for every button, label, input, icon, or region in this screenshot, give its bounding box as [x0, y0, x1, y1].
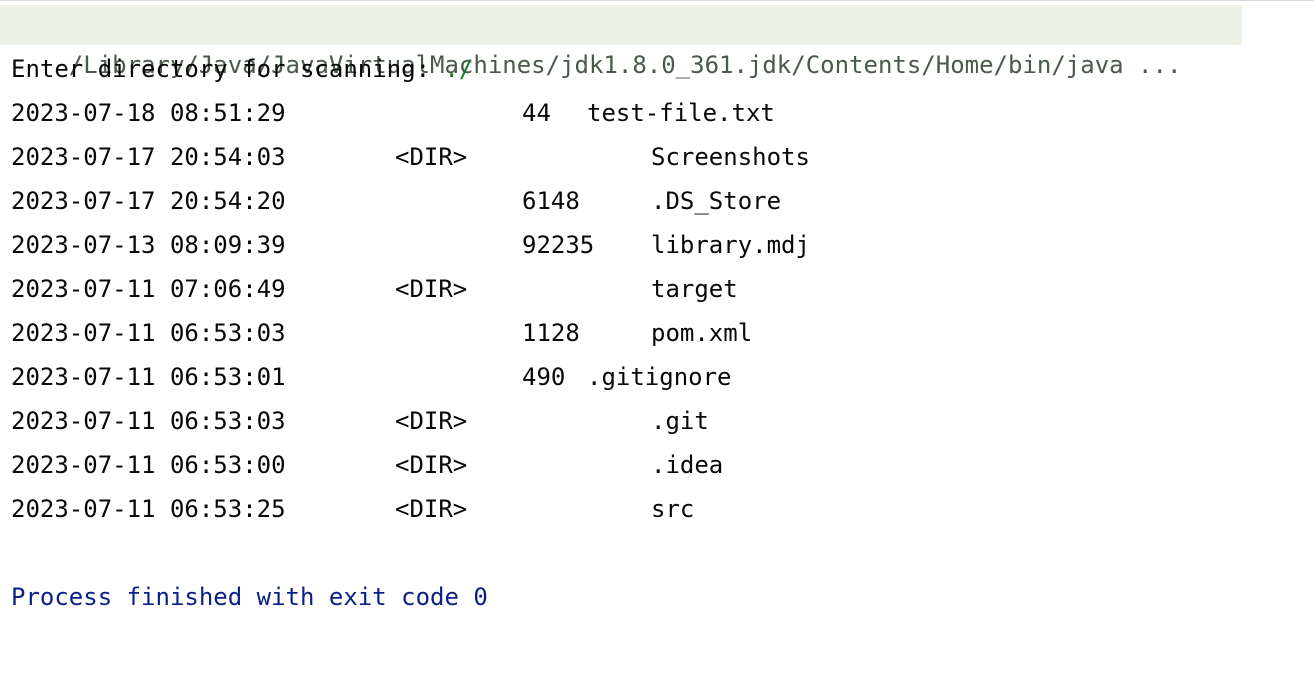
row-datetime: 2023-07-11 06:53:03 — [11, 407, 286, 435]
row-datetime: 2023-07-11 06:53:03 — [11, 319, 286, 347]
listing-row: 2023-07-17 20:54:20 6148 .DS_Store — [11, 184, 781, 218]
listing-row: 2023-07-11 06:53:01 490 .gitignore — [11, 360, 732, 394]
row-size: 490 — [522, 363, 566, 391]
row-name: test-file.txt — [587, 99, 775, 127]
row-datetime: 2023-07-17 20:54:20 — [11, 187, 286, 215]
row-size: 92235 — [522, 231, 595, 259]
row-name: target — [651, 275, 738, 303]
listing-row: 2023-07-18 08:51:29 44 test-file.txt — [11, 96, 775, 130]
listing-row: 2023-07-11 06:53:03 1128 pom.xml — [11, 316, 752, 350]
prompt-user-input: ./ — [444, 55, 474, 83]
row-datetime: 2023-07-11 06:53:01 — [11, 363, 286, 391]
command-line[interactable]: /Library/Java/JavaVirtualMachines/jdk1.8… — [0, 5, 1242, 79]
listing-row: 2023-07-13 08:09:39 92235 library.mdj — [11, 228, 810, 262]
row-type: <DIR> — [395, 451, 468, 479]
row-name: .DS_Store — [651, 187, 782, 215]
row-name: .idea — [651, 451, 724, 479]
prompt-label: Enter directory for scanning: — [11, 55, 445, 83]
row-name: pom.xml — [651, 319, 753, 347]
row-datetime: 2023-07-18 08:51:29 — [11, 99, 286, 127]
row-name: Screenshots — [651, 143, 810, 171]
row-datetime: 2023-07-17 20:54:03 — [11, 143, 286, 171]
run-console-output[interactable]: /Library/Java/JavaVirtualMachines/jdk1.8… — [0, 0, 1314, 676]
row-size: 44 — [522, 99, 551, 127]
listing-row: 2023-07-11 06:53:03 <DIR> .git — [11, 404, 709, 438]
row-type: <DIR> — [395, 143, 468, 171]
row-name: .gitignore — [587, 363, 732, 391]
row-datetime: 2023-07-11 07:06:49 — [11, 275, 286, 303]
row-datetime: 2023-07-13 08:09:39 — [11, 231, 286, 259]
row-name: src — [651, 495, 695, 523]
row-name: .git — [651, 407, 709, 435]
row-type: <DIR> — [395, 495, 468, 523]
row-datetime: 2023-07-11 06:53:00 — [11, 451, 286, 479]
row-size: 1128 — [522, 319, 580, 347]
row-type: <DIR> — [395, 275, 468, 303]
row-name: library.mdj — [651, 231, 810, 259]
listing-row: 2023-07-11 06:53:00 <DIR> .idea — [11, 448, 723, 482]
row-size: 6148 — [522, 187, 580, 215]
listing-row: 2023-07-11 06:53:25 <DIR> src — [11, 492, 694, 526]
listing-row: 2023-07-17 20:54:03 <DIR> Screenshots — [11, 140, 810, 174]
row-type: <DIR> — [395, 407, 468, 435]
process-finished-message: Process finished with exit code 0 — [11, 583, 488, 611]
row-datetime: 2023-07-11 06:53:25 — [11, 495, 286, 523]
scan-prompt-line: Enter directory for scanning: ./ — [11, 52, 473, 86]
listing-row: 2023-07-11 07:06:49 <DIR> target — [11, 272, 738, 306]
